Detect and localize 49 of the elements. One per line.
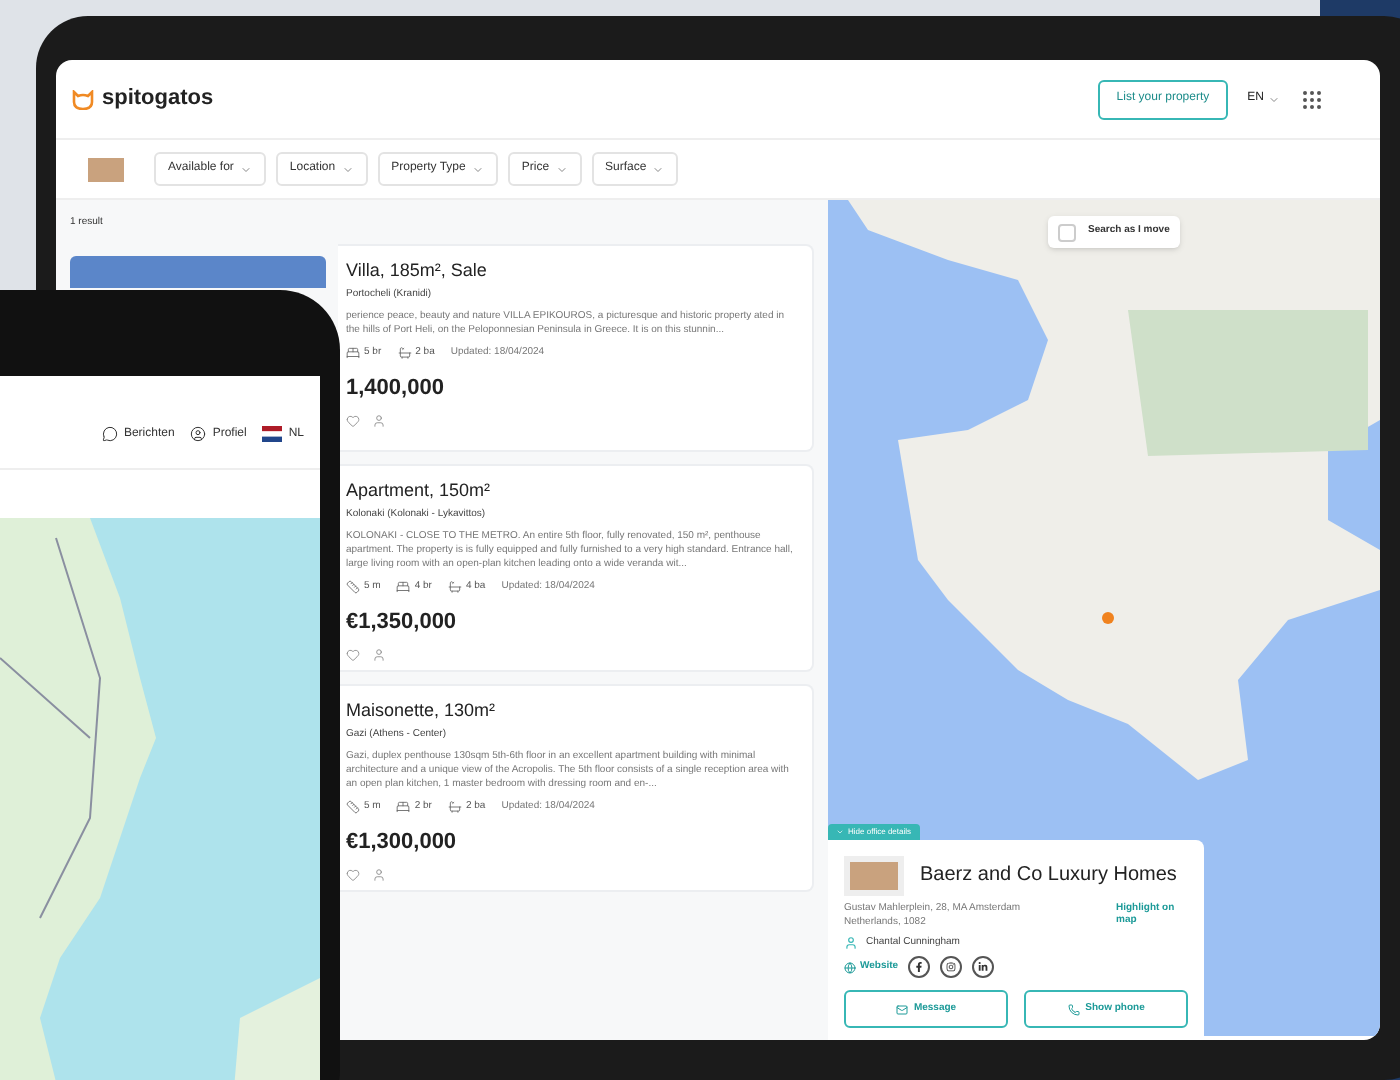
- chevron-down-icon: [341, 163, 354, 175]
- apps-grid-icon[interactable]: [1300, 87, 1324, 111]
- profile-icon: [190, 426, 207, 442]
- chevron-down-icon: [471, 163, 484, 175]
- facebook-button[interactable]: [908, 956, 931, 978]
- heart-icon[interactable]: [346, 647, 360, 661]
- linkedin-logo-icon: [978, 962, 989, 972]
- listing-title[interactable]: Maisonette, 130m²: [346, 697, 800, 724]
- listing-card[interactable]: [338, 683, 814, 891]
- bed-icon: [346, 345, 360, 360]
- ruler-icon: [346, 579, 360, 594]
- heart-icon[interactable]: [346, 867, 360, 881]
- chevron-down-icon: [555, 163, 568, 175]
- person-icon[interactable]: [372, 647, 386, 661]
- listing-price: €1,300,000: [346, 828, 459, 858]
- instagram-logo-icon: [946, 962, 957, 972]
- listing-title[interactable]: Apartment, 150m²: [346, 477, 800, 504]
- facebook-logo-icon: [914, 962, 925, 972]
- bed-icon: [396, 579, 411, 594]
- chevron-down-icon: [1268, 93, 1280, 105]
- globe-icon: [844, 961, 856, 973]
- listing-price: 1,400,000: [346, 374, 446, 404]
- bath-icon: [447, 579, 462, 594]
- flag-icon: [262, 426, 283, 442]
- office-logo: [844, 855, 904, 895]
- office-logo: [88, 157, 124, 181]
- ruler-icon: [346, 799, 360, 814]
- bath-icon: [447, 799, 462, 814]
- bath-icon: [397, 345, 412, 360]
- chevron-down-icon: [239, 163, 252, 175]
- office-name: Baerz and Co Luxury Homes: [920, 863, 1177, 887]
- chevron-down-icon: [652, 163, 665, 175]
- cat-logo-icon: [72, 89, 94, 109]
- person-icon[interactable]: [372, 413, 386, 427]
- heart-icon[interactable]: [346, 413, 360, 427]
- listing-card[interactable]: [338, 463, 814, 671]
- linkedin-button[interactable]: [972, 956, 995, 978]
- envelope-icon: [895, 1003, 908, 1015]
- checkbox[interactable]: [1058, 223, 1076, 241]
- person-icon[interactable]: [372, 867, 386, 881]
- bed-icon: [396, 799, 411, 814]
- chat-bubble-icon: [101, 426, 118, 442]
- person-icon: [844, 935, 858, 950]
- instagram-button[interactable]: [940, 956, 963, 978]
- phone-icon: [1067, 1003, 1080, 1015]
- listing-title[interactable]: Villa, 185m², Sale: [346, 257, 800, 284]
- logo[interactable]: spitogatos: [102, 82, 214, 116]
- listing-price: €1,350,000: [346, 608, 459, 638]
- listing-card[interactable]: [338, 243, 814, 451]
